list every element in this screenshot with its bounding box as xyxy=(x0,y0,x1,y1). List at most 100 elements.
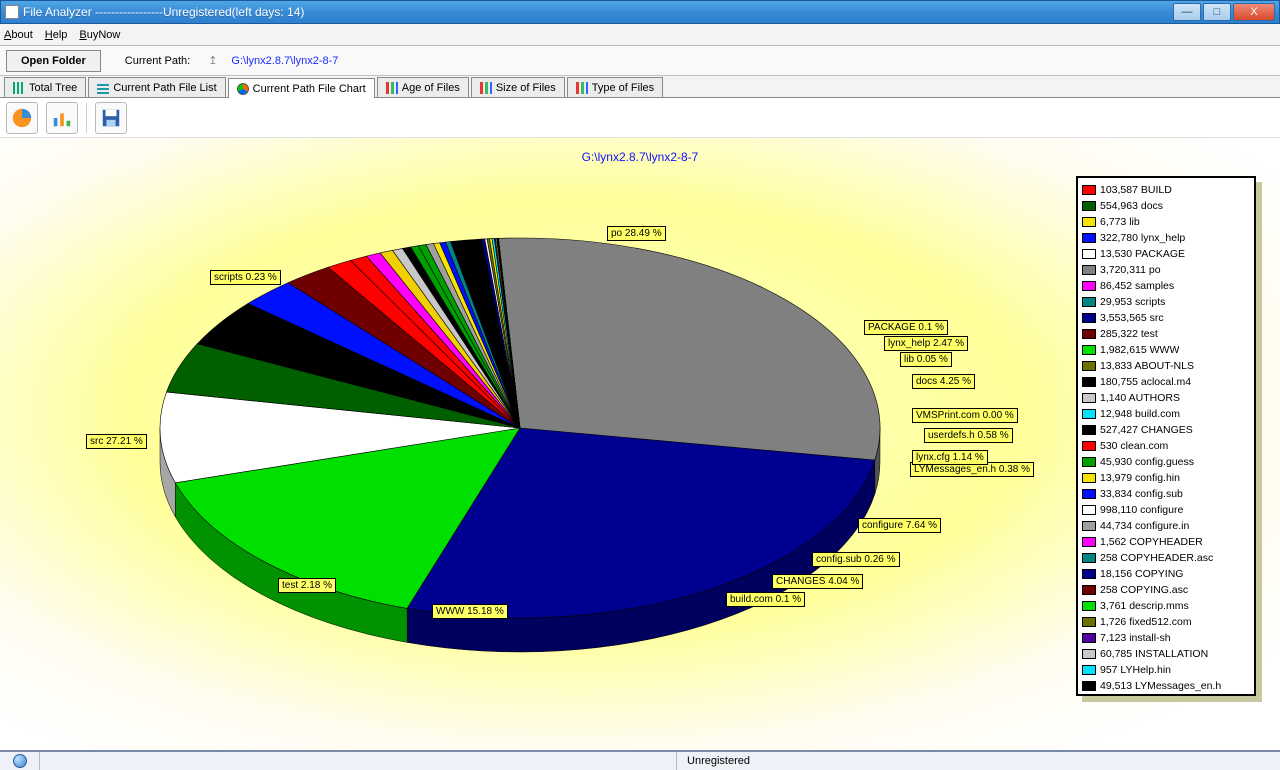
chart-legend[interactable]: 103,587 BUILD 554,963 docs 6,773 lib 322,78… xyxy=(1076,176,1256,696)
legend-label: 3,761 descrip.mms xyxy=(1100,600,1189,612)
list-icon xyxy=(97,82,109,94)
legend-swatch xyxy=(1082,409,1096,419)
legend-item[interactable]: 998,110 configure xyxy=(1082,502,1250,518)
legend-label: 86,452 samples xyxy=(1100,280,1174,292)
legend-swatch xyxy=(1082,665,1096,675)
pie-callout-label: lib 0.05 % xyxy=(900,352,952,367)
legend-label: 998,110 configure xyxy=(1100,504,1183,516)
legend-swatch xyxy=(1082,553,1096,563)
legend-swatch xyxy=(1082,505,1096,515)
legend-item[interactable]: 258 COPYHEADER.asc xyxy=(1082,550,1250,566)
legend-item[interactable]: 45,930 config.guess xyxy=(1082,454,1250,470)
menu-buynow[interactable]: BuyNow xyxy=(79,29,120,41)
legend-swatch xyxy=(1082,361,1096,371)
toolbar-separator xyxy=(86,103,87,133)
bar-view-button[interactable] xyxy=(46,102,78,134)
legend-item[interactable]: 1,982,615 WWW xyxy=(1082,342,1250,358)
chart-toolbar xyxy=(0,98,1280,138)
tab-type-of-files[interactable]: Type of Files xyxy=(567,77,663,97)
app-icon xyxy=(5,5,19,19)
legend-swatch xyxy=(1082,233,1096,243)
legend-swatch xyxy=(1082,473,1096,483)
legend-label: 13,530 PACKAGE xyxy=(1100,248,1185,260)
legend-item[interactable]: 86,452 samples xyxy=(1082,278,1250,294)
legend-item[interactable]: 44,734 configure.in xyxy=(1082,518,1250,534)
legend-label: 322,780 lynx_help xyxy=(1100,232,1185,244)
pie-callout-label: docs 4.25 % xyxy=(912,374,975,389)
legend-item[interactable]: 60,785 INSTALLATION xyxy=(1082,646,1250,662)
legend-label: 3,720,311 po xyxy=(1100,264,1161,276)
legend-item[interactable]: 554,963 docs xyxy=(1082,198,1250,214)
legend-item[interactable]: 18,156 COPYING xyxy=(1082,566,1250,582)
legend-item[interactable]: 1,140 AUTHORS xyxy=(1082,390,1250,406)
open-folder-button[interactable]: Open Folder xyxy=(6,50,101,72)
pie-callout-label: VMSPrint.com 0.00 % xyxy=(912,408,1018,423)
legend-label: 1,562 COPYHEADER xyxy=(1100,536,1203,548)
legend-item[interactable]: 12,948 build.com xyxy=(1082,406,1250,422)
legend-item[interactable]: 3,761 descrip.mms xyxy=(1082,598,1250,614)
legend-item[interactable]: 33,834 config.sub xyxy=(1082,486,1250,502)
go-up-button[interactable]: ↥ xyxy=(208,54,217,67)
legend-label: 258 COPYHEADER.asc xyxy=(1100,552,1213,564)
tab-size-of-files[interactable]: Size of Files xyxy=(471,77,565,97)
legend-label: 103,587 BUILD xyxy=(1100,184,1172,196)
legend-label: 258 COPYING.asc xyxy=(1100,584,1188,596)
legend-item[interactable]: 3,553,565 src xyxy=(1082,310,1250,326)
legend-label: 13,833 ABOUT-NLS xyxy=(1100,360,1194,372)
current-path-value[interactable]: G:\lynx2.8.7\lynx2-8-7 xyxy=(231,55,338,67)
legend-item[interactable]: 527,427 CHANGES xyxy=(1082,422,1250,438)
legend-label: 957 LYHelp.hin xyxy=(1100,664,1171,676)
legend-label: 1,726 fixed512.com xyxy=(1100,616,1192,628)
legend-swatch xyxy=(1082,345,1096,355)
legend-item[interactable]: 180,755 aclocal.m4 xyxy=(1082,374,1250,390)
legend-swatch xyxy=(1082,297,1096,307)
legend-item[interactable]: 13,833 ABOUT-NLS xyxy=(1082,358,1250,374)
pie-callout-label: CHANGES 4.04 % xyxy=(772,574,863,589)
legend-label: 3,553,565 src xyxy=(1100,312,1164,324)
legend-item[interactable]: 285,322 test xyxy=(1082,326,1250,342)
window-minimize-button[interactable]: — xyxy=(1173,3,1201,21)
pie-chart xyxy=(120,208,940,728)
legend-swatch xyxy=(1082,425,1096,435)
legend-item[interactable]: 322,780 lynx_help xyxy=(1082,230,1250,246)
window-close-button[interactable]: X xyxy=(1233,3,1275,21)
window-maximize-button[interactable]: □ xyxy=(1203,3,1231,21)
status-text: Unregistered xyxy=(676,752,760,770)
legend-item[interactable]: 957 LYHelp.hin xyxy=(1082,662,1250,678)
legend-item[interactable]: 530 clean.com xyxy=(1082,438,1250,454)
legend-item[interactable]: 13,979 config.hin xyxy=(1082,470,1250,486)
legend-item[interactable]: 258 COPYING.asc xyxy=(1082,582,1250,598)
tab-age-of-files[interactable]: Age of Files xyxy=(377,77,469,97)
legend-item[interactable]: 103,587 BUILD xyxy=(1082,182,1250,198)
legend-label: 285,322 test xyxy=(1100,328,1158,340)
menu-bar: About Help BuyNow xyxy=(0,24,1280,46)
tab-file-chart[interactable]: Current Path File Chart xyxy=(228,78,375,98)
bars-icon xyxy=(576,82,588,94)
legend-item[interactable]: 49,513 LYMessages_en.h xyxy=(1082,678,1250,694)
legend-item[interactable]: 13,530 PACKAGE xyxy=(1082,246,1250,262)
legend-item[interactable]: 29,953 scripts xyxy=(1082,294,1250,310)
save-button[interactable] xyxy=(95,102,127,134)
legend-swatch xyxy=(1082,281,1096,291)
legend-swatch xyxy=(1082,185,1096,195)
legend-label: 530 clean.com xyxy=(1100,440,1168,452)
bars-icon xyxy=(386,82,398,94)
legend-item[interactable]: 6,773 lib xyxy=(1082,214,1250,230)
menu-about[interactable]: About xyxy=(4,29,33,41)
legend-item[interactable]: 1,726 fixed512.com xyxy=(1082,614,1250,630)
menu-help[interactable]: Help xyxy=(45,29,68,41)
tab-file-list[interactable]: Current Path File List xyxy=(88,77,225,97)
tab-total-tree[interactable]: Total Tree xyxy=(4,77,86,97)
legend-label: 554,963 docs xyxy=(1100,200,1163,212)
legend-swatch xyxy=(1082,601,1096,611)
legend-swatch xyxy=(1082,329,1096,339)
legend-item[interactable]: 1,562 COPYHEADER xyxy=(1082,534,1250,550)
legend-item[interactable]: 149,342 lynx.cfg xyxy=(1082,694,1250,696)
legend-label: 29,953 scripts xyxy=(1100,296,1165,308)
legend-item[interactable]: 3,720,311 po xyxy=(1082,262,1250,278)
pie-view-button[interactable] xyxy=(6,102,38,134)
path-toolbar: Open Folder Current Path: ↥ G:\lynx2.8.7… xyxy=(0,46,1280,76)
legend-item[interactable]: 7,123 install-sh xyxy=(1082,630,1250,646)
pie-callout-label: test 2.18 % xyxy=(278,578,336,593)
legend-label: 527,427 CHANGES xyxy=(1100,424,1193,436)
